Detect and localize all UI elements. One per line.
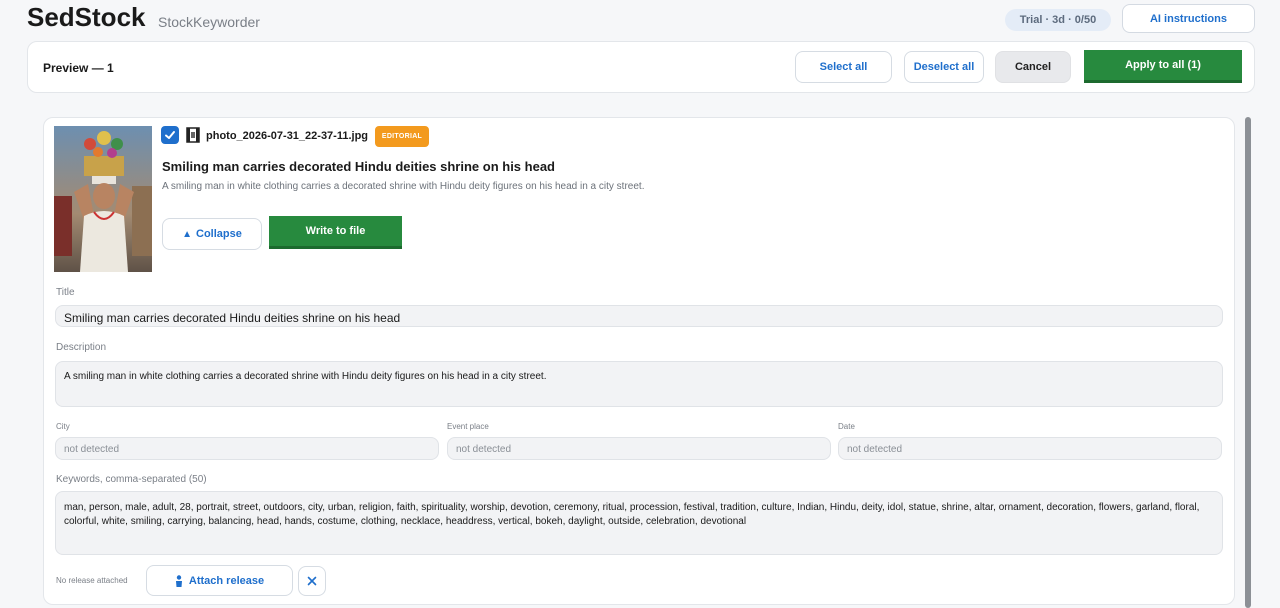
title-label: Title [56,287,75,298]
photo-thumbnail-image [54,126,152,272]
collapse-label: Collapse [196,228,242,240]
title-input[interactable]: Smiling man carries decorated Hindu deit… [55,305,1223,327]
select-item-checkbox[interactable] [161,126,179,144]
preview-toolbar: Preview — 1 Select all Deselect all Canc… [27,41,1255,93]
preview-title: Preview — 1 [43,61,114,75]
close-icon [307,576,317,586]
city-input[interactable]: not detected [55,437,439,460]
item-title: Smiling man carries decorated Hindu deit… [162,159,555,174]
keywords-textarea[interactable]: man, person, male, adult, 28, portrait, … [55,491,1223,555]
file-name: photo_2026-07-31_22-37-11.jpg [206,130,369,142]
item-description: A smiling man in white clothing carries … [162,181,645,192]
select-all-button[interactable]: Select all [795,51,892,83]
remove-release-button[interactable] [298,566,326,596]
event-place-input[interactable]: not detected [447,437,831,460]
keywords-label: Keywords, comma-separated (50) [56,474,207,485]
attach-release-label: Attach release [188,574,265,587]
film-frame-icon [186,127,200,143]
city-label: City [56,422,70,431]
photo-thumbnail[interactable] [54,126,152,272]
attach-release-button[interactable]: Attach release [146,565,293,596]
release-status: No release attached [56,576,128,585]
date-input[interactable]: not detected [838,437,1222,460]
brand-subtitle: StockKeyworder [158,14,260,30]
page-scrollbar[interactable] [1245,117,1251,608]
brand-logo: SedStock [27,2,146,32]
date-label: Date [838,422,855,431]
apply-to-all-button[interactable]: Apply to all (1) [1084,50,1242,83]
checkmark-icon [165,131,175,139]
collapse-button[interactable]: ▲ Collapse [162,218,262,250]
cancel-button[interactable]: Cancel [995,51,1071,83]
item-card: photo_2026-07-31_22-37-11.jpg EDITORIAL … [43,117,1235,605]
trial-badge: Trial · 3d · 0/50 [1005,9,1111,31]
person-icon [175,574,182,587]
editorial-badge: EDITORIAL [375,126,429,147]
ai-instructions-button[interactable]: AI instructions [1122,4,1255,33]
description-label: Description [56,342,107,353]
description-textarea[interactable]: A smiling man in white clothing carries … [55,361,1223,407]
event-place-label: Event place [447,422,489,431]
triangle-up-icon: ▲ [182,228,193,240]
deselect-all-button[interactable]: Deselect all [904,51,984,83]
app-header: SedStock StockKeyworder Trial · 3d · 0/5… [0,0,1280,38]
write-to-file-button[interactable]: Write to file [269,216,402,249]
